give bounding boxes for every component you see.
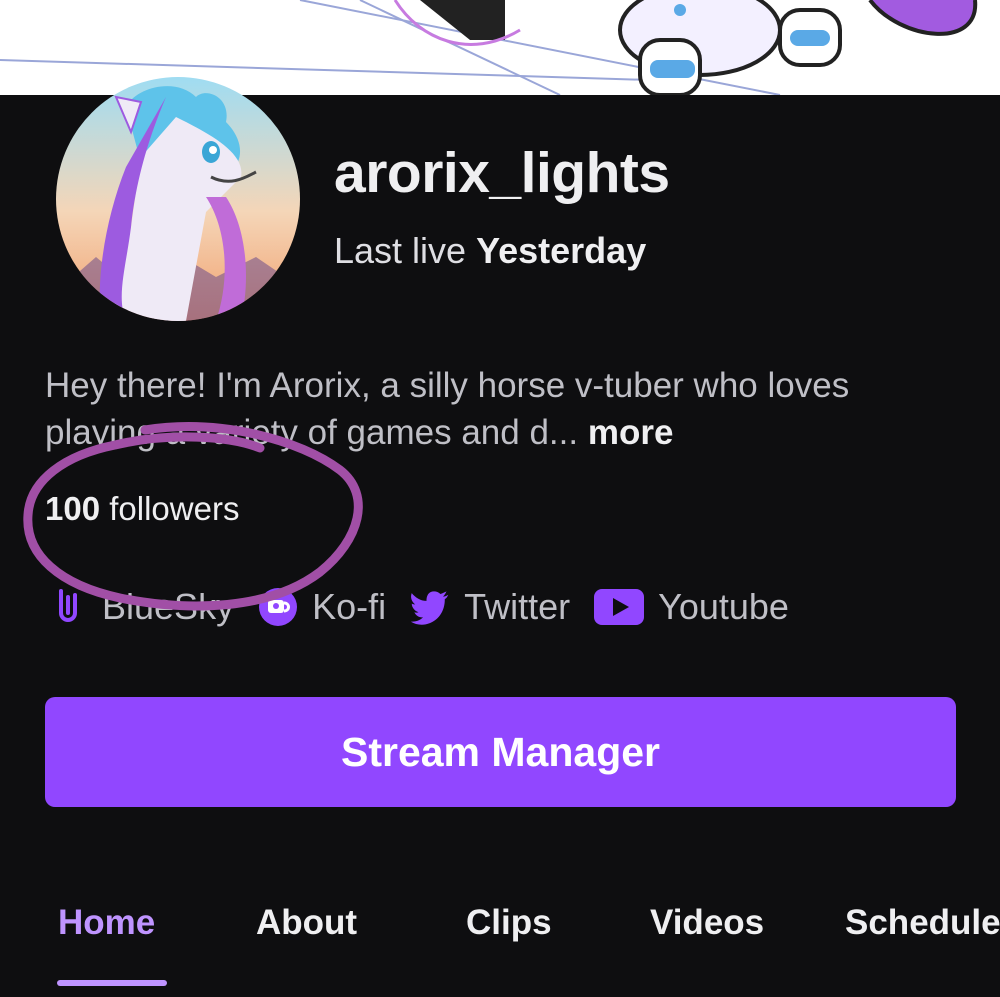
social-label-twitter: Twitter	[464, 586, 571, 627]
avatar[interactable]	[56, 77, 300, 321]
twitter-icon	[410, 587, 450, 627]
bio-text: Hey there! I'm Arorix, a silly horse v-t…	[45, 366, 850, 452]
tab-clips[interactable]: Clips	[466, 903, 552, 943]
tab-home[interactable]: Home	[58, 903, 155, 943]
tab-about[interactable]: About	[256, 903, 357, 943]
last-live-value: Yesterday	[476, 230, 647, 271]
stream-manager-button[interactable]: Stream Manager	[45, 697, 956, 807]
social-link-youtube[interactable]: Youtube	[594, 586, 789, 628]
social-label-bluesky: BlueSky	[102, 586, 235, 627]
social-links: BlueSky Ko-fi Twitter Youtube	[48, 584, 813, 630]
last-live-status: Last live Yesterday	[334, 230, 646, 272]
bluesky-icon	[48, 587, 88, 627]
channel-tabs: Home About Clips Videos Schedule	[0, 895, 1000, 997]
social-link-bluesky[interactable]: BlueSky	[48, 586, 234, 628]
channel-username: arorix_lights	[334, 141, 670, 205]
tab-schedule[interactable]: Schedule	[845, 903, 1000, 943]
tab-videos[interactable]: Videos	[650, 903, 764, 943]
followers-number: 100	[45, 490, 101, 527]
active-tab-indicator	[57, 980, 167, 986]
social-link-twitter[interactable]: Twitter	[410, 586, 570, 628]
social-link-kofi[interactable]: Ko-fi	[258, 586, 386, 628]
bio-more-link[interactable]: more	[588, 413, 674, 452]
followers-label: followers	[109, 490, 240, 527]
last-live-label: Last live	[334, 230, 467, 271]
social-label-kofi: Ko-fi	[312, 586, 387, 627]
youtube-icon	[594, 587, 645, 627]
social-label-youtube: Youtube	[658, 586, 789, 627]
followers-count[interactable]: 100 followers	[45, 490, 239, 528]
channel-bio: Hey there! I'm Arorix, a silly horse v-t…	[45, 362, 945, 456]
kofi-icon	[258, 587, 298, 627]
